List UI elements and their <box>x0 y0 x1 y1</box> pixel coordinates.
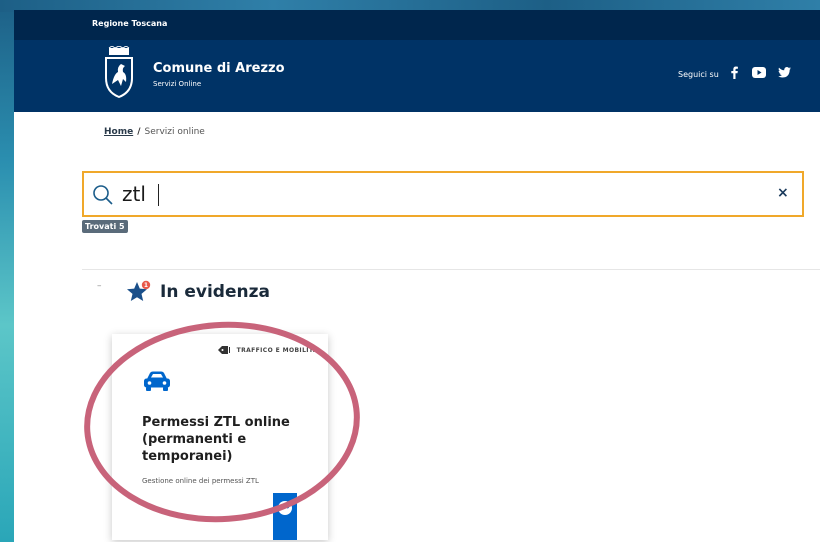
card-title[interactable]: Permessi ZTL online (permanenti e tempor… <box>142 414 312 465</box>
breadcrumb: Home / Servizi online <box>104 127 205 137</box>
section-heading: 1 In evidenza <box>126 280 270 304</box>
breadcrumb-current: Servizi online <box>144 127 205 137</box>
star-icon: 1 <box>127 280 151 301</box>
card-description: Gestione online dei permessi ZTL <box>142 477 259 485</box>
follow-label: Seguici su <box>678 70 719 79</box>
spid-badge-icon <box>278 501 292 515</box>
twitter-icon[interactable] <box>776 64 792 80</box>
breadcrumb-separator: / <box>137 127 141 137</box>
service-card[interactable]: TRAFFICO E MOBILITÀ Permessi ZTL online … <box>112 334 328 540</box>
tag-icon <box>217 346 230 354</box>
region-link[interactable]: Regione Toscana <box>92 19 167 28</box>
top-bar: Regione Toscana <box>14 10 820 40</box>
card-access-badge[interactable] <box>273 493 297 540</box>
card-category-label: TRAFFICO E MOBILITÀ <box>236 346 318 354</box>
results-count-badge: Trovati 5 <box>82 220 128 233</box>
clear-search-button[interactable]: × <box>777 185 789 201</box>
site-header: Comune di Arezzo Servizi Online Seguici … <box>14 40 820 112</box>
coat-of-arms-icon[interactable] <box>102 46 136 98</box>
section-title: In evidenza <box>160 282 270 302</box>
search-box[interactable]: × <box>82 171 804 217</box>
text-caret <box>158 184 159 206</box>
page: Regione Toscana Comune di Arezzo Servizi… <box>14 10 820 542</box>
youtube-icon[interactable] <box>751 64 767 80</box>
background-strip-left <box>0 0 14 542</box>
search-icon <box>93 185 113 205</box>
car-icon <box>144 371 170 391</box>
search-input[interactable] <box>122 179 722 209</box>
breadcrumb-home-link[interactable]: Home <box>104 127 133 137</box>
section-divider <box>82 269 820 270</box>
star-badge-count: 1 <box>144 282 148 289</box>
facebook-icon[interactable] <box>726 64 742 80</box>
site-title[interactable]: Comune di Arezzo <box>153 61 285 76</box>
card-category[interactable]: TRAFFICO E MOBILITÀ <box>217 346 318 354</box>
site-subtitle: Servizi Online <box>153 80 202 88</box>
collapse-toggle[interactable]: – <box>97 281 102 291</box>
